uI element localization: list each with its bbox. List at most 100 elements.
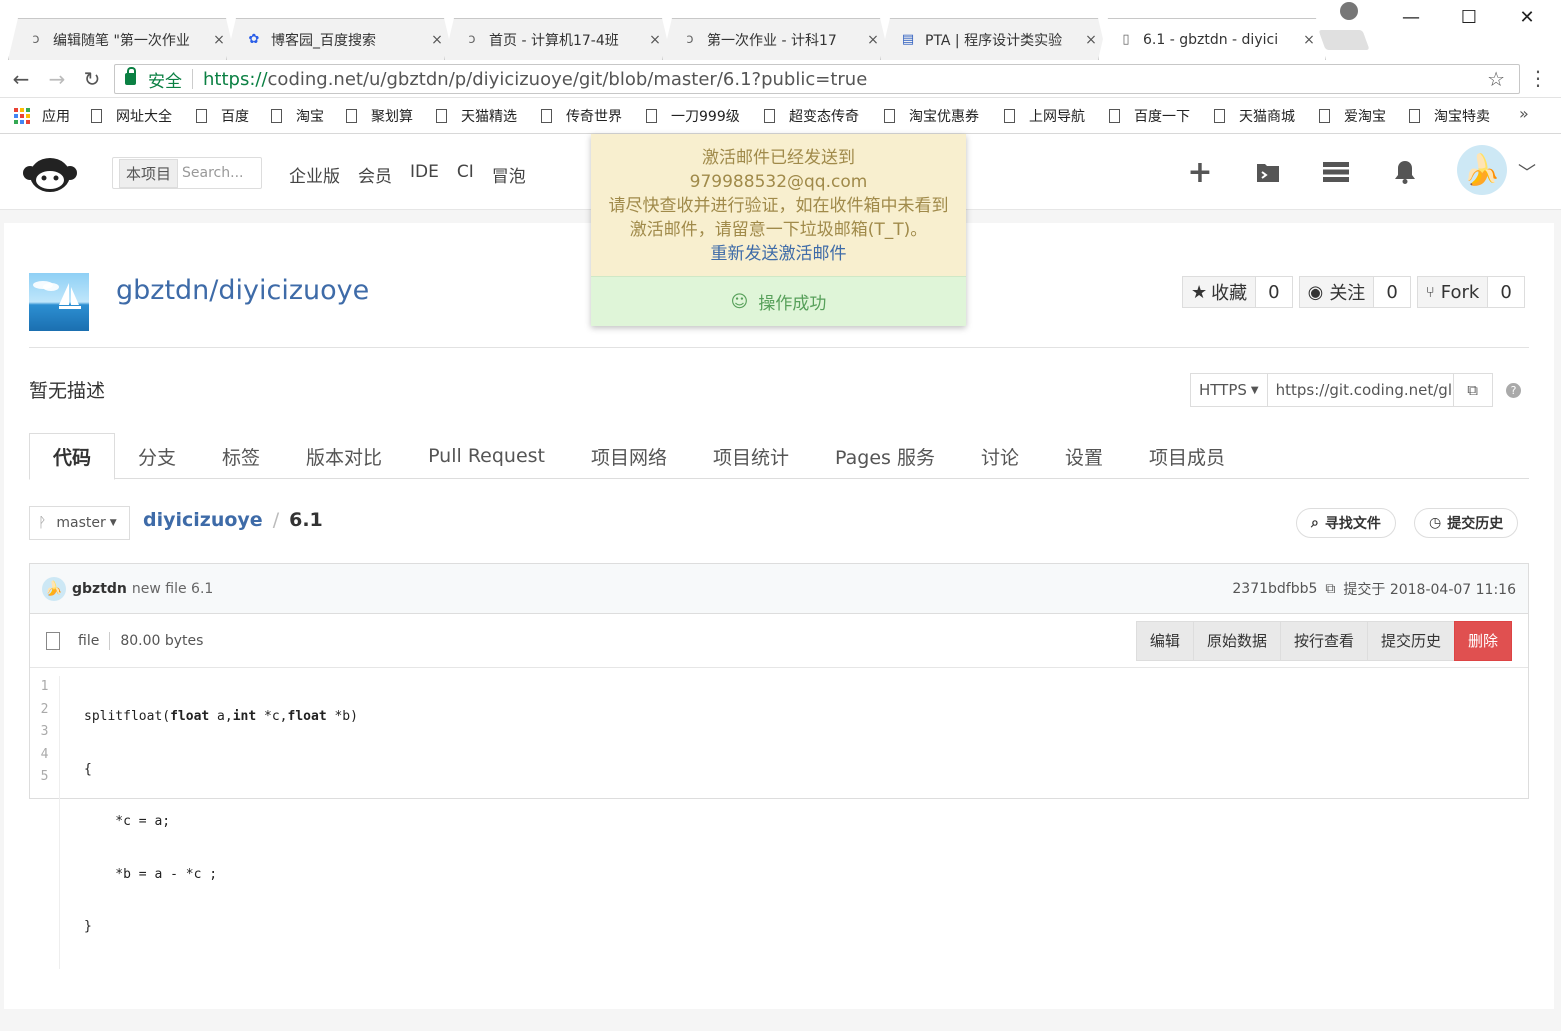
nav-bubble[interactable]: 冒泡 [492, 162, 526, 187]
help-icon[interactable]: ? [1506, 383, 1521, 398]
chevron-down-icon[interactable]: ﹀ [1518, 159, 1536, 185]
bookmark-item[interactable]: 爱淘宝 [1319, 106, 1386, 126]
commit-avatar[interactable]: 🍌 [42, 576, 66, 601]
bookmark-item[interactable]: 天猫商城 [1214, 106, 1295, 126]
close-icon[interactable]: × [429, 32, 445, 48]
bookmark-star-icon[interactable]: ☆ [1487, 67, 1505, 91]
browser-menu-icon[interactable]: ⋮ [1528, 66, 1548, 90]
fork-button[interactable]: ⑂ Fork 0 [1416, 276, 1525, 308]
browser-tab[interactable]: ↄ 第一次作业 - 计科17 × [662, 18, 890, 60]
close-window-button[interactable]: ✕ [1504, 4, 1550, 30]
clone-protocol-select[interactable]: HTTPS ▼ [1191, 374, 1268, 406]
find-file-button[interactable]: ⌕ 寻找文件 [1296, 508, 1396, 538]
branch-select[interactable]: ᚹ master ▼ [29, 506, 130, 540]
browser-tab[interactable]: ↄ 编辑随笔 "第一次作业 × [8, 18, 236, 60]
line-number[interactable]: 3 [30, 721, 59, 744]
browser-tab-active[interactable]: ▯ 6.1 - gbztdn - diyici × [1098, 18, 1326, 60]
tab-pages[interactable]: Pages 服务 [812, 433, 958, 479]
tab-stats[interactable]: 项目统计 [690, 433, 812, 479]
close-icon[interactable]: × [211, 32, 227, 48]
line-number[interactable]: 5 [30, 766, 59, 789]
url-text[interactable]: https://coding.net/u/gbztdn/p/diyicizuoy… [203, 69, 867, 90]
plus-icon[interactable]: + [1185, 155, 1215, 190]
tab-members[interactable]: 项目成员 [1126, 433, 1248, 479]
browser-tab[interactable]: ▤ PTA | 程序设计类实验 × [880, 18, 1108, 60]
bookmark-item[interactable]: 百度 [196, 106, 249, 126]
repo-thumbnail[interactable] [29, 273, 89, 331]
bookmark-item[interactable]: 淘宝特卖 [1409, 106, 1490, 126]
browser-tab-title: 首页 - 计算机17-4班 [489, 32, 619, 49]
server-list-icon[interactable] [1321, 157, 1351, 187]
edit-button[interactable]: 编辑 [1135, 620, 1194, 661]
tab-compare[interactable]: 版本对比 [283, 433, 405, 479]
browser-tab[interactable]: ↄ 首页 - 计算机17-4班 × [444, 18, 672, 60]
minimize-button[interactable]: — [1388, 4, 1434, 30]
clone-url-input[interactable]: https://git.coding.net/gl [1268, 374, 1454, 406]
commit-history-button[interactable]: ◷ 提交历史 [1414, 508, 1519, 538]
tab-pull-request[interactable]: Pull Request [405, 433, 568, 479]
close-icon[interactable]: × [1083, 32, 1099, 48]
bookmark-apps[interactable]: 应用 [14, 106, 70, 126]
nav-member[interactable]: 会员 [358, 162, 392, 187]
copy-icon[interactable]: ⧉ [1454, 374, 1492, 406]
bookmark-item[interactable]: 淘宝优惠券 [884, 106, 979, 126]
tab-network[interactable]: 项目网络 [568, 433, 690, 479]
search-input[interactable]: 本项目 Search... [112, 157, 262, 189]
raw-button[interactable]: 原始数据 [1192, 620, 1281, 661]
fork-count[interactable]: 0 [1487, 277, 1523, 307]
bell-icon[interactable] [1390, 157, 1420, 187]
nav-enterprise[interactable]: 企业版 [289, 162, 340, 187]
user-avatar[interactable]: 🍌 [1457, 145, 1507, 195]
star-count[interactable]: 0 [1255, 277, 1291, 307]
address-bar[interactable]: 安全 https://coding.net/u/gbztdn/p/diyiciz… [114, 64, 1520, 94]
tab-settings[interactable]: 设置 [1042, 433, 1126, 479]
nav-ide[interactable]: IDE [410, 162, 439, 187]
tab-discussion[interactable]: 讨论 [958, 433, 1042, 479]
maximize-button[interactable]: ☐ [1446, 4, 1492, 30]
coding-logo-icon[interactable] [22, 153, 78, 193]
bookmark-item[interactable]: 淘宝 [271, 106, 324, 126]
breadcrumb-repo[interactable]: diyicizuoye [143, 509, 263, 531]
tab-tags[interactable]: 标签 [199, 433, 283, 479]
tab-branches[interactable]: 分支 [115, 433, 199, 479]
bookmark-item[interactable]: 天猫精选 [436, 106, 517, 126]
close-icon[interactable]: × [865, 32, 881, 48]
bookmark-item[interactable]: 网址大全 [91, 106, 172, 126]
nav-ci[interactable]: CI [457, 162, 474, 187]
bookmark-item[interactable]: 超变态传奇 [764, 106, 859, 126]
line-number[interactable]: 4 [30, 744, 59, 767]
file-history-button[interactable]: 提交历史 [1366, 620, 1455, 661]
secure-indicator[interactable]: 安全 [115, 67, 182, 92]
commit-hash[interactable]: 2371bdfbb5 [1232, 581, 1317, 597]
copy-hash-icon[interactable]: ⧉ [1325, 581, 1335, 597]
bookmark-item[interactable]: 聚划算 [346, 106, 413, 126]
new-tab-button[interactable] [1318, 30, 1370, 50]
commit-author[interactable]: gbztdn [72, 581, 127, 597]
back-arrow-icon[interactable]: ← [8, 66, 34, 92]
star-button[interactable]: ★ 收藏 0 [1182, 276, 1293, 308]
browser-tab[interactable]: ✿ 博客园_百度搜索 × [226, 18, 454, 60]
terminal-folder-icon[interactable] [1253, 157, 1283, 187]
close-icon[interactable]: × [1301, 32, 1317, 48]
bookmark-item[interactable]: 百度一下 [1109, 106, 1190, 126]
reload-icon[interactable]: ↻ [79, 66, 105, 92]
commit-message[interactable]: new file 6.1 [132, 581, 213, 597]
notice-line: 请尽快查收并进行验证，如在收件箱中未看到 [608, 196, 949, 216]
forward-arrow-icon[interactable]: → [44, 66, 70, 92]
profile-icon[interactable] [1340, 2, 1358, 20]
repo-name[interactable]: gbztdn/diyicizuoye [116, 275, 369, 306]
resend-activation-link[interactable]: 重新发送激活邮件 [591, 242, 966, 266]
blame-button[interactable]: 按行查看 [1279, 620, 1368, 661]
bookmark-item[interactable]: 上网导航 [1004, 106, 1085, 126]
line-number[interactable]: 2 [30, 699, 59, 722]
tab-code[interactable]: 代码 [29, 433, 116, 480]
watch-button[interactable]: ◉ 关注 0 [1298, 276, 1411, 308]
close-icon[interactable]: × [647, 32, 663, 48]
watch-count[interactable]: 0 [1373, 277, 1409, 307]
bookmark-item[interactable]: 一刀999级 [646, 106, 740, 126]
bookmark-item[interactable]: 传奇世界 [541, 106, 622, 126]
bookmarks-overflow-icon[interactable]: » [1519, 104, 1529, 123]
line-number[interactable]: 1 [30, 676, 59, 699]
delete-button[interactable]: 删除 [1453, 620, 1512, 661]
search-scope[interactable]: 本项目 [119, 158, 179, 188]
